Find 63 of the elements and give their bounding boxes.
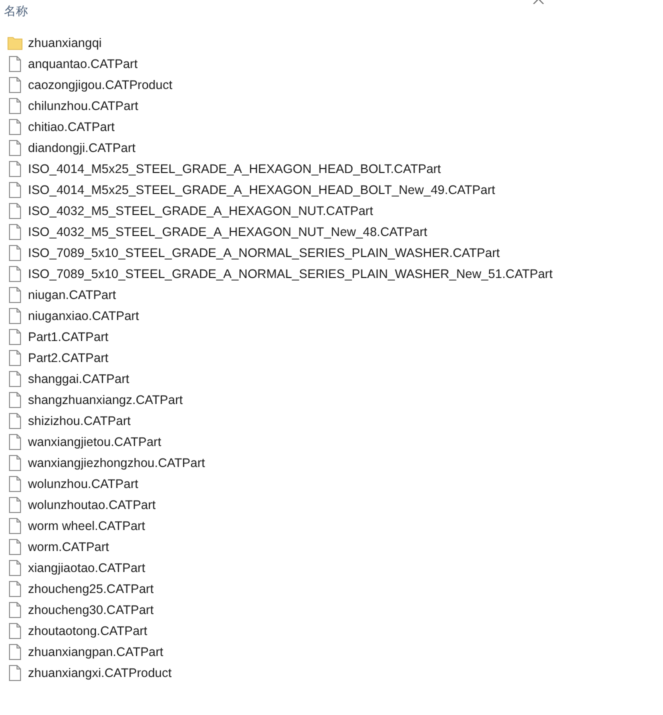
file-item[interactable]: zhuanxiangpan.CATPart — [0, 641, 663, 662]
file-icon — [7, 644, 23, 660]
file-item[interactable]: ISO_4032_M5_STEEL_GRADE_A_HEXAGON_NUT_New_48.CATPart — [0, 221, 663, 242]
file-icon — [7, 350, 23, 366]
file-icon — [7, 182, 23, 198]
file-item[interactable]: ISO_7089_5x10_STEEL_GRADE_A_NORMAL_SERIES_PLAIN_WASHER_New_51.CATPart — [0, 263, 663, 284]
file-icon — [7, 56, 23, 72]
file-item[interactable]: niuganxiao.CATPart — [0, 305, 663, 326]
file-icon — [7, 454, 23, 470]
file-icon — [7, 664, 23, 680]
file-icon — [7, 392, 23, 408]
file-item[interactable]: chitiao.CATPart — [0, 116, 663, 137]
file-icon — [7, 160, 23, 176]
file-icon — [7, 580, 23, 596]
file-icon — [7, 328, 23, 344]
file-item[interactable]: Part2.CATPart — [0, 347, 663, 368]
file-icon — [7, 622, 23, 638]
file-icon — [7, 202, 23, 218]
file-item[interactable]: zhoucheng30.CATPart — [0, 599, 663, 620]
file-item[interactable]: anquantao.CATPart — [0, 53, 663, 74]
file-item[interactable]: worm wheel.CATPart — [0, 515, 663, 536]
file-item[interactable]: niugan.CATPart — [0, 284, 663, 305]
file-icon — [7, 538, 23, 554]
file-icon — [7, 98, 23, 114]
file-item[interactable]: caozongjigou.CATProduct — [0, 74, 663, 95]
file-item[interactable]: wolunzhou.CATPart — [0, 473, 663, 494]
file-icon — [7, 286, 23, 302]
file-icon — [7, 518, 23, 534]
file-icon — [7, 244, 23, 260]
file-item[interactable]: zhuanxiangqi — [0, 32, 663, 53]
file-item[interactable]: diandongji.CATPart — [0, 137, 663, 158]
file-item[interactable]: zhoucheng25.CATPart — [0, 578, 663, 599]
file-item[interactable]: wolunzhoutao.CATPart — [0, 494, 663, 515]
file-icon — [7, 602, 23, 618]
file-item[interactable]: ISO_4014_M5x25_STEEL_GRADE_A_HEXAGON_HEAD_BOLT_New_49.CATPart — [0, 179, 663, 200]
file-icon — [7, 140, 23, 156]
file-item[interactable]: shanggai.CATPart — [0, 368, 663, 389]
file-item[interactable]: zhuanxiangxi.CATProduct — [0, 662, 663, 683]
file-icon — [7, 308, 23, 324]
file-item[interactable]: ISO_7089_5x10_STEEL_GRADE_A_NORMAL_SERIES_PLAIN_WASHER.CATPart — [0, 242, 663, 263]
file-icon — [7, 496, 23, 512]
file-item[interactable]: worm.CATPart — [0, 536, 663, 557]
file-item[interactable]: shangzhuanxiangz.CATPart — [0, 389, 663, 410]
file-item[interactable]: xiangjiaotao.CATPart — [0, 557, 663, 578]
file-item[interactable]: Part1.CATPart — [0, 326, 663, 347]
file-item[interactable]: wanxiangjietou.CATPart — [0, 431, 663, 452]
file-icon — [7, 476, 23, 492]
file-item[interactable]: zhoutaotong.CATPart — [0, 620, 663, 641]
file-icon — [7, 224, 23, 240]
file-icon — [7, 412, 23, 428]
file-icon — [7, 76, 23, 92]
folder-icon — [7, 34, 23, 50]
file-icon — [7, 266, 23, 282]
file-icon — [7, 118, 23, 134]
file-icon — [7, 560, 23, 576]
file-item[interactable]: ISO_4014_M5x25_STEEL_GRADE_A_HEXAGON_HEAD_BOLT.CATPart — [0, 158, 663, 179]
file-item[interactable]: wanxiangjiezhongzhou.CATPart — [0, 452, 663, 473]
file-icon — [7, 370, 23, 386]
file-item[interactable]: ISO_4032_M5_STEEL_GRADE_A_HEXAGON_NUT.CATPart — [0, 200, 663, 221]
file-icon — [7, 434, 23, 450]
file-item[interactable]: chilunzhou.CATPart — [0, 95, 663, 116]
file-item[interactable]: shizizhou.CATPart — [0, 410, 663, 431]
column-header[interactable]: 名称 — [4, 3, 28, 20]
